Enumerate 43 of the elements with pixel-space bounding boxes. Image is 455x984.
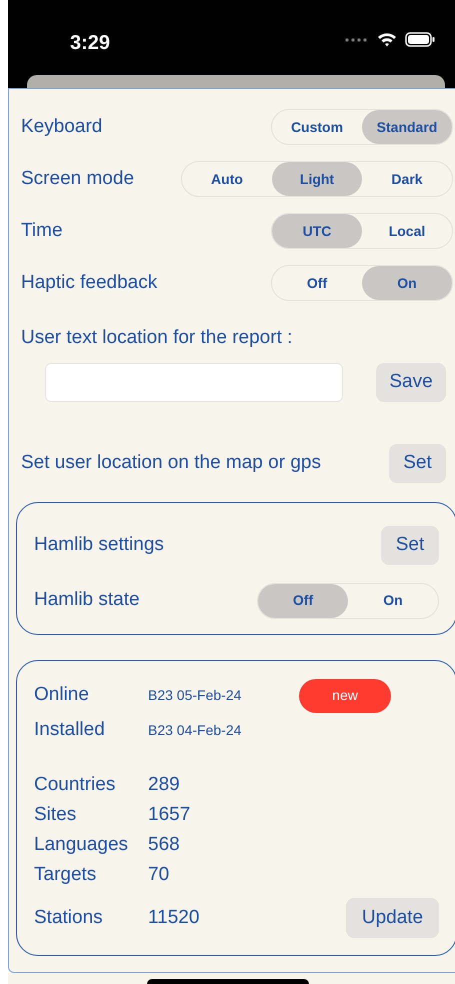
stat-label: Languages (34, 833, 130, 858)
segment-option[interactable]: Custom (272, 110, 362, 144)
wifi-icon (377, 32, 397, 47)
online-version: B23 05-Feb-24 (148, 686, 242, 705)
setting-label: Screen mode (21, 166, 134, 191)
segment-option[interactable]: On (348, 584, 438, 618)
set-button[interactable]: Set (381, 526, 439, 564)
stat-label: Countries (34, 773, 116, 798)
signal-dots-icon (345, 38, 369, 42)
stat-value: 1657 (148, 803, 190, 828)
set-button[interactable]: Set (389, 444, 446, 482)
setting-label: Time (21, 218, 63, 243)
setting-label: Set user location on the map or gps (21, 450, 321, 475)
segment-option[interactable]: UTC (272, 214, 362, 248)
segment-option[interactable]: Dark (362, 162, 452, 196)
update-button[interactable]: Update (346, 898, 439, 938)
location-input-field[interactable] (45, 362, 343, 402)
new-badge: new (299, 678, 391, 712)
setting-label: Hamlib state (34, 588, 140, 612)
stat-label: Sites (34, 803, 78, 828)
setting-label: Hamlib settings (34, 532, 164, 557)
battery-icon (405, 32, 435, 47)
segment-option[interactable]: Local (362, 214, 452, 248)
stat-value: 289 (148, 773, 180, 798)
online-label: Online (34, 683, 90, 708)
segment-option[interactable]: On (362, 266, 452, 300)
stat-label: Targets (34, 863, 98, 888)
segment-option[interactable]: Off (258, 584, 348, 618)
setting-label: User text location for the report : (21, 327, 292, 348)
installed-version: B23 04-Feb-24 (148, 721, 242, 740)
segment-option[interactable]: Standard (362, 110, 452, 144)
status-time: 3:29 (70, 31, 110, 56)
stat-value: 70 (148, 863, 170, 888)
stat-label: Stations (34, 906, 104, 930)
segment-option[interactable]: Light (272, 162, 362, 196)
stat-value: 568 (148, 833, 180, 858)
segment-option[interactable]: Off (272, 266, 362, 300)
installed-label: Installed (34, 718, 106, 742)
segment-option[interactable]: Auto (182, 162, 272, 196)
stat-value: 11520 (148, 906, 200, 930)
set-button[interactable]: Save (376, 362, 446, 402)
setting-label: Haptic feedback (21, 270, 158, 295)
setting-label: Keyboard (21, 114, 102, 139)
